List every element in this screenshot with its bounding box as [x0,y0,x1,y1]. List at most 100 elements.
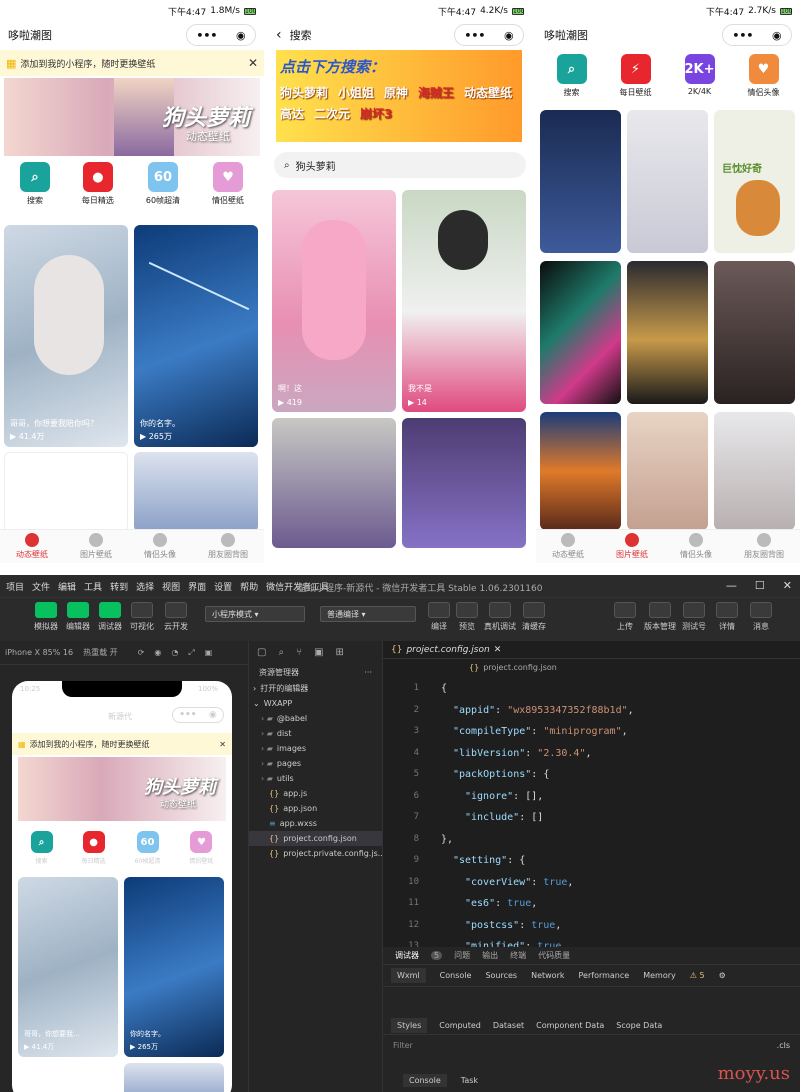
device-select[interactable]: iPhone X 85% 16 [5,648,73,657]
feature-3[interactable]: 60 60帧超清 [135,831,160,865]
feature-2[interactable]: ⚡ 每日壁纸 [620,54,652,98]
root-folder[interactable]: ⌄ WXAPP [249,696,382,711]
debug-icon[interactable]: ▣ [314,647,323,658]
menu-item[interactable]: 编辑 [58,580,76,593]
menu-item[interactable]: 设置 [214,580,232,593]
wallpaper-thumb[interactable] [714,261,795,404]
code-area[interactable]: 1 {2 "appid": "wx8953347352f88b1d", 3 "compi… [383,681,793,952]
feature-1[interactable]: ⌕ 搜索 [19,162,50,206]
tab-1[interactable]: 动态壁纸 [16,533,48,560]
debug-tab-3[interactable]: 输出 [482,950,498,961]
toolbar-1[interactable]: 模拟器 [34,602,58,632]
more-icon[interactable]: ··· [364,668,372,677]
menu-item[interactable]: 帮助 [240,580,258,593]
git-icon[interactable]: ⑂ [296,647,302,658]
menu-item[interactable]: 视图 [162,580,180,593]
filter-input[interactable]: Filter [393,1041,413,1050]
menu-item[interactable]: 界面 [188,580,206,593]
toolbar-right-5[interactable]: 消息 [750,602,772,632]
wallpaper-thumb[interactable] [627,412,708,530]
close-icon[interactable]: ✕ [248,56,258,70]
more-icon[interactable]: ••• [464,29,485,42]
rotate-icon[interactable]: ⟳ [138,648,145,657]
wallpaper-thumb[interactable] [540,412,621,530]
file-item[interactable]: {} app.js [249,786,382,801]
record-icon[interactable]: ◉ [154,648,161,657]
console-tab-2[interactable]: Task [461,1076,478,1085]
devtools-tab-1[interactable]: Wxml [391,968,426,983]
editor-tab[interactable]: {} project.config.json ✕ [383,641,800,659]
layout-icon[interactable]: ▣ [205,648,213,657]
style-tab-4[interactable]: Component Data [536,1021,604,1030]
toolbar-mid-3[interactable]: 真机调试 [484,602,516,632]
file-item[interactable]: {} project.private.config.js... [249,846,385,861]
feature-4[interactable]: ♥ 情侣头像 [748,54,780,98]
cls-button[interactable]: .cls [777,1041,790,1050]
sim-banner[interactable]: 狗头萝莉 动态壁纸 [18,757,226,821]
devtools-tab-3[interactable]: Sources [485,971,517,980]
debug-tab-5[interactable]: 代码质量 [538,950,570,961]
search-icon[interactable]: ⌕ [278,647,284,658]
banner-keyword[interactable]: 崩坏3 [360,105,392,122]
menu-item[interactable]: 项目 [6,580,24,593]
expand-icon[interactable]: ⤢ [188,648,194,658]
feature-1[interactable]: ⌕ 搜索 [30,831,53,865]
file-item[interactable]: › ▰ pages [249,756,382,771]
debug-tab-4[interactable]: 终端 [510,950,526,961]
tab-1[interactable]: 动态壁纸 [552,533,584,560]
close-circle-icon[interactable]: ◉ [772,29,782,42]
feature-2[interactable]: ● 每日精选 [82,162,114,206]
back-icon[interactable]: ‹ [276,27,282,43]
more-icon[interactable]: ••• [196,29,217,42]
feature-3[interactable]: 2K+ 2K/4K [684,54,715,98]
toolbar-2[interactable]: 编辑器 [66,602,90,632]
devtools-tab-4[interactable]: Network [531,971,564,980]
banner-keyword[interactable]: 小姐姐 [338,84,374,101]
feature-3[interactable]: 60 60帧超清 [146,162,180,206]
wallpaper-card[interactable]: 我不是 ▶ 14 [402,190,526,412]
wallpaper-thumb[interactable] [627,110,708,253]
more-icon[interactable]: ••• [179,710,196,720]
menu-item[interactable]: 工具 [84,580,102,593]
file-item[interactable]: ≡ app.wxss [249,816,382,831]
tab-4[interactable]: 朋友圈背图 [744,533,784,560]
wallpaper-card[interactable]: 哥哥，你想要我... ▶ 41.4万 [18,877,118,1057]
toolbar-right-4[interactable]: 详情 [716,602,738,632]
tab-3[interactable]: 情侣头像 [144,533,176,560]
tab-2[interactable]: 图片壁纸 [80,533,112,560]
close-icon[interactable]: ✕ [494,645,502,655]
devtools-tab-2[interactable]: Console [440,971,472,980]
wallpaper-card[interactable] [402,418,526,548]
sim-capsule[interactable]: ••• ◉ [172,707,224,723]
more-icon[interactable]: ••• [732,29,753,42]
style-tab-5[interactable]: Scope Data [616,1021,662,1030]
warning-count[interactable]: ⚠ 5 [690,971,705,980]
capsule-menu[interactable]: ••• ◉ [722,24,792,46]
devtools-tab-6[interactable]: Memory [643,971,676,980]
capsule-menu[interactable]: ••• ◉ [186,24,256,46]
compile-select[interactable]: 普通编译 ▾ [320,606,416,622]
capsule-menu[interactable]: ••• ◉ [454,24,524,46]
toolbar-mid-1[interactable]: 编译 [428,602,450,632]
toolbar-right-1[interactable]: 上传 [614,602,636,632]
style-tab-3[interactable]: Dataset [493,1021,524,1030]
close-circle-icon[interactable]: ◉ [236,29,246,42]
feature-1[interactable]: ⌕ 搜索 [556,54,587,98]
wallpaper-thumb[interactable]: 巨忱好奇 [714,110,795,253]
wallpaper-thumb[interactable] [627,261,708,404]
style-tab-2[interactable]: Computed [439,1021,481,1030]
toolbar-mid-4[interactable]: 清缓存 [522,602,546,632]
search-banner[interactable]: 点击下方搜索： 狗头萝莉 小姐姐 原神 海贼王 动态壁纸 高达 二次元 崩坏3 [276,50,522,142]
styles-filter[interactable]: Filter .cls [383,1035,800,1055]
extensions-icon[interactable]: ⊞ [336,647,344,658]
wallpaper-card[interactable]: 你的名字。 ▶ 265万 [124,877,224,1057]
hot-reload-toggle[interactable]: 热重载 开 [83,647,118,658]
toolbar-3[interactable]: 调试器 [98,602,122,632]
file-item[interactable]: {} project.config.json [249,831,382,846]
wallpaper-thumb[interactable] [540,110,621,253]
file-item[interactable]: › ▰ @babel [249,711,382,726]
toolbar-right-3[interactable]: 测试号 [682,602,706,632]
wallpaper-card[interactable] [134,452,258,532]
minimize-icon[interactable]: — [726,579,737,592]
tab-3[interactable]: 情侣头像 [680,533,712,560]
